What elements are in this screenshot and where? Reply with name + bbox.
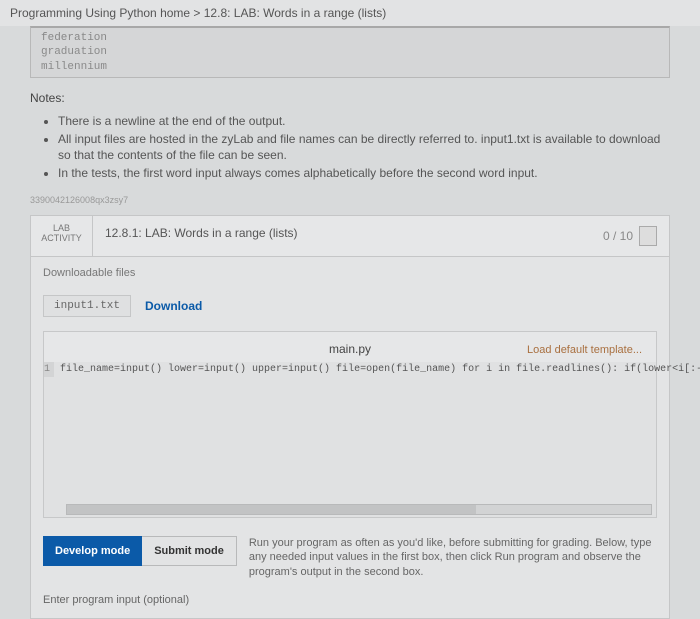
breadcrumb[interactable]: Programming Using Python home > 12.8: LA…: [0, 0, 700, 26]
scrollbar-thumb[interactable]: [67, 505, 476, 514]
develop-mode-button[interactable]: Develop mode: [43, 536, 142, 566]
example-line: graduation: [41, 45, 659, 59]
note-item: There is a newline at the end of the out…: [58, 113, 670, 129]
submit-mode-button[interactable]: Submit mode: [142, 536, 237, 566]
download-button[interactable]: Download: [145, 299, 202, 313]
line-number: 1: [44, 362, 54, 377]
example-line: millennium: [41, 60, 659, 74]
code-editor: main.py Load default template... 1 file_…: [43, 331, 657, 518]
note-item: In the tests, the first word input alway…: [58, 165, 670, 181]
mode-row: Develop mode Submit mode Run your progra…: [31, 518, 669, 589]
load-default-template-link[interactable]: Load default template...: [527, 344, 642, 356]
mode-help-text: Run your program as often as you'd like,…: [249, 536, 657, 581]
downloadable-file-row: input1.txt Download: [31, 289, 669, 331]
note-item: All input files are hosted in the zyLab …: [58, 131, 670, 163]
example-output-box: federation graduation millennium: [30, 26, 670, 78]
page-icon[interactable]: [639, 226, 657, 246]
notes-heading: Notes:: [30, 91, 670, 105]
activity-type-label: LAB ACTIVITY: [31, 216, 93, 256]
activity-header: LAB ACTIVITY 12.8.1: LAB: Words in a ran…: [31, 216, 669, 257]
lab-activity-container: LAB ACTIVITY 12.8.1: LAB: Words in a ran…: [30, 215, 670, 619]
code-textarea[interactable]: 1 file_name=input() lower=input() upper=…: [44, 362, 656, 517]
file-name-badge: input1.txt: [43, 295, 131, 317]
editor-tab-main[interactable]: main.py: [253, 342, 448, 356]
content-id: 3390042126008qx3zsy7: [0, 189, 700, 211]
downloadable-heading: Downloadable files: [31, 257, 669, 289]
mode-toggle: Develop mode Submit mode: [43, 536, 237, 566]
activity-title: 12.8.1: LAB: Words in a range (lists): [93, 216, 591, 256]
program-input-label: Enter program input (optional): [31, 588, 669, 618]
notes-section: Notes: There is a newline at the end of …: [0, 86, 700, 189]
activity-score: 0 / 10: [591, 216, 669, 256]
example-line: federation: [41, 31, 659, 45]
horizontal-scrollbar[interactable]: [66, 504, 652, 515]
code-line-text[interactable]: file_name=input() lower=input() upper=in…: [54, 362, 700, 377]
